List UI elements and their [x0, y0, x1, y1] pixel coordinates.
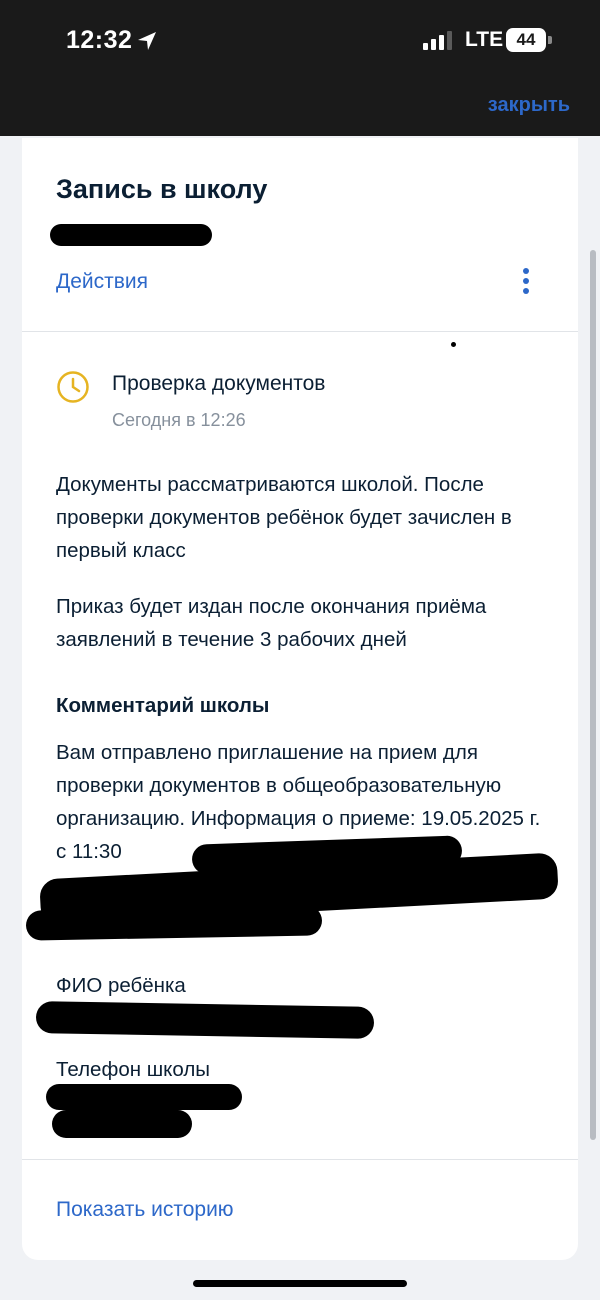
- redacted-phone: [52, 1110, 192, 1138]
- clock-time: 12:32: [66, 26, 133, 54]
- comment-title: Комментарий школы: [56, 694, 270, 717]
- order-description: Приказ будет издан после окончания приём…: [56, 595, 487, 651]
- battery-cap: [548, 36, 552, 44]
- more-vertical-icon[interactable]: [520, 268, 532, 296]
- redacted-child-name: [35, 1001, 375, 1039]
- card-header: Запись в школу Действия: [22, 138, 578, 332]
- status-bar: 12:32 LTE 44 закрыть: [0, 0, 600, 136]
- application-card: Запись в школу Действия Проверка докумен…: [22, 138, 578, 1260]
- signal-icon: [423, 31, 452, 50]
- battery-level: 44: [506, 28, 546, 52]
- clock-icon: [57, 371, 89, 403]
- show-history-button[interactable]: Показать историю: [56, 1198, 234, 1222]
- actions-button[interactable]: Действия: [56, 270, 148, 294]
- battery-icon: 44: [506, 28, 552, 52]
- redacted-phone: [46, 1084, 242, 1110]
- redacted-comment: [25, 905, 323, 941]
- stray-dot: [451, 342, 456, 347]
- status-description: Документы рассматриваются школой. После …: [56, 473, 512, 562]
- home-indicator[interactable]: [193, 1280, 407, 1287]
- location-arrow-icon: [138, 32, 156, 50]
- child-name-label: ФИО ребёнка: [56, 974, 186, 997]
- network-type: LTE: [465, 28, 504, 51]
- scrollbar[interactable]: [590, 250, 596, 1140]
- status-title: Проверка документов: [112, 372, 326, 395]
- status-timestamp: Сегодня в 12:26: [112, 410, 246, 430]
- redacted-id: [50, 224, 212, 246]
- page-title: Запись в школу: [56, 174, 268, 204]
- footer-divider: [22, 1159, 578, 1160]
- school-phone-label: Телефон школы: [56, 1058, 211, 1081]
- close-button[interactable]: закрыть: [488, 94, 570, 117]
